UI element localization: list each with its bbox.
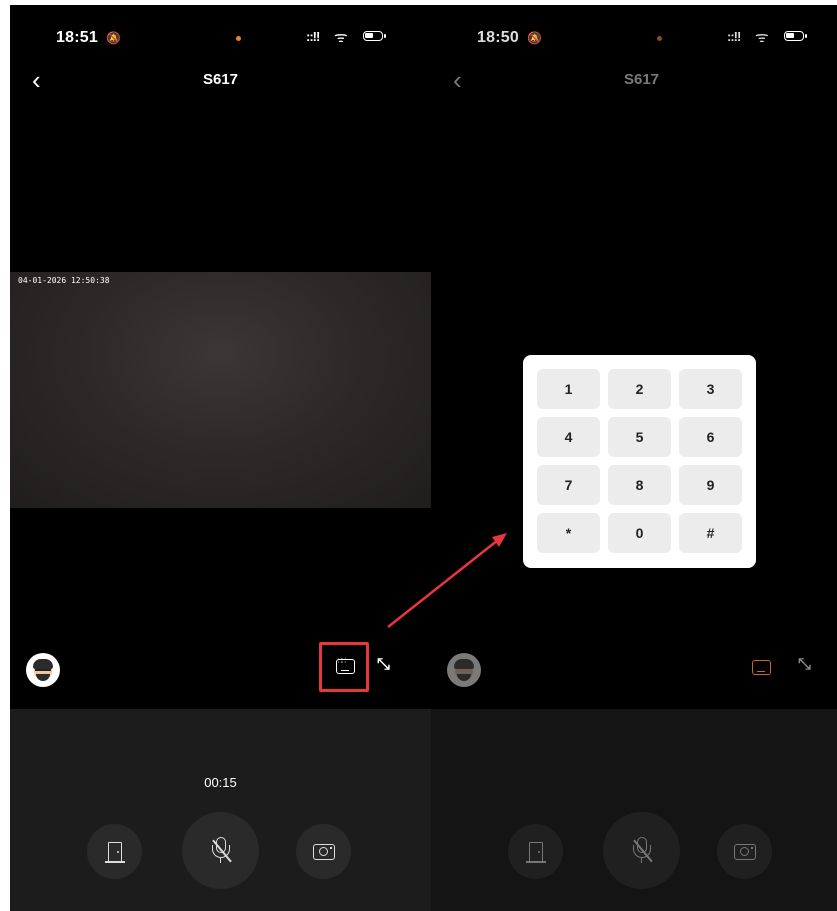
- keypad-grid: 1 2 3 4 5 6 7 8 9 * 0 #: [537, 369, 742, 553]
- key-6[interactable]: 6: [679, 417, 742, 457]
- signal-icon: ::!!: [727, 29, 741, 44]
- mic-muted-icon: [632, 836, 653, 865]
- snapshot-button[interactable]: [296, 824, 351, 879]
- call-controls: 00:15: [10, 709, 431, 911]
- wifi-icon: ᯤ: [334, 29, 348, 46]
- call-screen-right: 18:50 🔕 ::!! ᯤ ‹ S617 1 2 3 4 5 6 7 8 9 …: [431, 5, 837, 911]
- key-9[interactable]: 9: [679, 465, 742, 505]
- call-timer: 00:15: [204, 775, 237, 790]
- status-time: 18:50: [477, 29, 519, 46]
- status-bar: 18:50 🔕 ::!! ᯤ: [431, 5, 837, 69]
- call-controls: [431, 709, 837, 911]
- page-title: S617: [202, 71, 239, 88]
- key-8[interactable]: 8: [608, 465, 671, 505]
- silent-bell-icon: 🔕: [106, 31, 121, 45]
- mute-button[interactable]: [603, 812, 680, 889]
- key-1[interactable]: 1: [537, 369, 600, 409]
- key-2[interactable]: 2: [608, 369, 671, 409]
- key-7[interactable]: 7: [537, 465, 600, 505]
- recording-dot-icon: [236, 36, 241, 41]
- key-hash[interactable]: #: [679, 513, 742, 553]
- battery-icon: [363, 31, 383, 41]
- page-title: S617: [623, 71, 660, 88]
- avatar-hair-icon: [33, 659, 53, 669]
- door-icon: [104, 841, 125, 863]
- door-icon: [525, 841, 546, 863]
- key-0[interactable]: 0: [608, 513, 671, 553]
- unlock-door-button[interactable]: [87, 824, 142, 879]
- keyboard-icon: [336, 657, 355, 674]
- mute-button[interactable]: [182, 812, 259, 889]
- battery-cap-icon: [805, 34, 807, 38]
- wifi-icon: ᯤ: [755, 29, 769, 46]
- avatar[interactable]: [26, 653, 60, 687]
- key-5[interactable]: 5: [608, 417, 671, 457]
- fullscreen-icon[interactable]: ⤡: [377, 657, 390, 673]
- fullscreen-icon[interactable]: ⤡: [798, 657, 811, 673]
- battery-icon: [784, 31, 804, 41]
- avatar[interactable]: [447, 653, 481, 687]
- key-3[interactable]: 3: [679, 369, 742, 409]
- camera-icon: [312, 843, 335, 860]
- recording-dot-icon: [657, 36, 662, 41]
- key-4[interactable]: 4: [537, 417, 600, 457]
- snapshot-button[interactable]: [717, 824, 772, 879]
- avatar-beard-icon: [457, 674, 471, 681]
- mic-muted-icon: [211, 836, 232, 865]
- camera-icon: [733, 843, 756, 860]
- unlock-door-button[interactable]: [508, 824, 563, 879]
- keyboard-active-icon[interactable]: [752, 660, 771, 675]
- video-timestamp: 04-01-2026 12:50:38: [18, 276, 110, 285]
- status-bar: 18:51 🔕 ::!! ᯤ: [10, 5, 431, 69]
- call-screen-left: 18:51 🔕 ::!! ᯤ ‹ S617 04-01-2026 12:50:3…: [10, 5, 431, 911]
- avatar-beard-icon: [36, 674, 50, 681]
- status-time: 18:51: [56, 29, 98, 46]
- avatar-hair-icon: [454, 659, 474, 669]
- video-feed: 04-01-2026 12:50:38: [10, 272, 431, 508]
- silent-bell-icon: 🔕: [527, 31, 542, 45]
- signal-icon: ::!!: [306, 29, 320, 44]
- keypad-button-highlight[interactable]: [319, 642, 369, 692]
- battery-cap-icon: [384, 34, 386, 38]
- key-star[interactable]: *: [537, 513, 600, 553]
- dtmf-keypad: 1 2 3 4 5 6 7 8 9 * 0 #: [523, 355, 756, 568]
